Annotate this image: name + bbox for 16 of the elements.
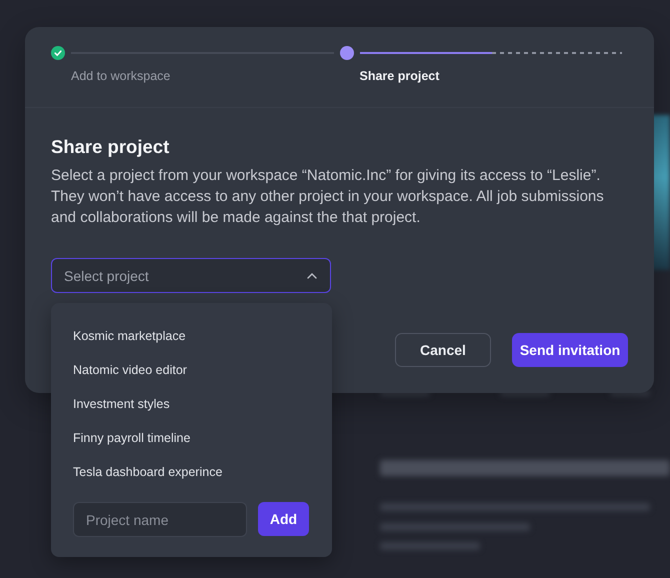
add-button[interactable]: Add [258, 502, 309, 536]
dialog-description: Select a project from your workspace “Natomic.Inc” for giving its access to “Leslie”. They won’t have access to any other project in your workspace. All job submissions and collaborations will be made against the that project. [51, 166, 605, 228]
project-option[interactable]: Investment styles [73, 387, 310, 421]
step-label: Add to workspace [71, 69, 172, 83]
project-select[interactable]: Select project [51, 258, 331, 293]
project-option[interactable]: Tesla dashboard experince [73, 455, 310, 489]
project-option[interactable]: Finny payroll timeline [73, 421, 310, 455]
project-name-field[interactable]: Project name [73, 502, 247, 537]
select-placeholder: Select project [64, 268, 149, 284]
chevron-up-icon [306, 272, 318, 280]
cancel-button[interactable]: Cancel [395, 333, 491, 367]
send-invitation-button[interactable]: Send invitation [512, 333, 628, 367]
project-option[interactable]: Natomic video editor [73, 353, 310, 387]
step-label: Share project [360, 69, 440, 83]
dialog-title: Share project [51, 136, 170, 158]
project-option[interactable]: Kosmic marketplace [73, 319, 310, 353]
